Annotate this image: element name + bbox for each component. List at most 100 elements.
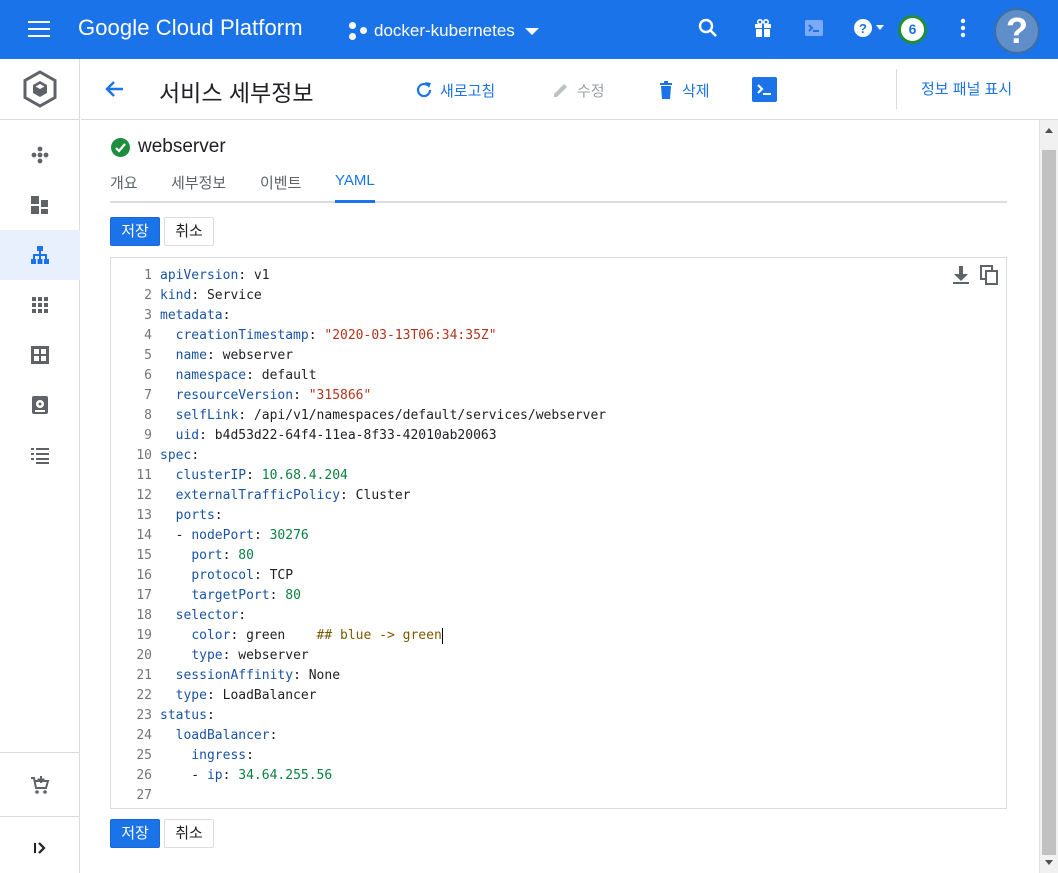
code-line[interactable]: 3 metadata: (111, 306, 1006, 326)
code-line[interactable]: 7 resourceVersion: "315866" (111, 386, 1006, 406)
nav-object-browser[interactable] (0, 430, 80, 480)
nav-marketplace[interactable] (0, 760, 80, 810)
copy-icon[interactable] (978, 264, 1000, 286)
nav-storage[interactable] (0, 380, 80, 430)
code-text[interactable]: apiVersion: v1 (160, 266, 270, 286)
help-icon[interactable]: ? (852, 16, 892, 40)
search-icon[interactable] (696, 16, 720, 40)
code-text[interactable]: status: (160, 706, 215, 726)
code-line[interactable]: 23 status: (111, 706, 1006, 726)
delete-button[interactable]: 삭제 (656, 78, 710, 102)
nav-applications[interactable] (0, 280, 80, 330)
yaml-code[interactable]: 1 apiVersion: v1 2 kind: Service 3 metadata: 4… (111, 266, 1006, 806)
scrollbar-thumb[interactable] (1042, 150, 1056, 855)
code-text[interactable]: spec: (160, 446, 199, 466)
code-text[interactable]: sessionAffinity: None (160, 666, 340, 686)
code-line[interactable]: 27 (111, 786, 1006, 806)
chevron-down-icon (524, 27, 539, 35)
code-line[interactable]: 17 targetPort: 80 (111, 586, 1006, 606)
code-text[interactable]: type: webserver (160, 646, 308, 666)
tab-details[interactable]: 세부정보 (171, 172, 226, 203)
more-vert-icon[interactable] (951, 16, 975, 40)
menu-icon[interactable] (26, 17, 52, 41)
code-text[interactable]: kind: Service (160, 286, 262, 306)
code-line[interactable]: 4 creationTimestamp: "2020-03-13T06:34:3… (111, 326, 1006, 346)
code-text[interactable]: ports: (160, 506, 223, 526)
code-line[interactable]: 8 selfLink: /api/v1/namespaces/default/s… (111, 406, 1006, 426)
show-info-panel-button[interactable]: 정보 패널 표시 (921, 78, 1012, 99)
terminal-icon[interactable] (752, 77, 777, 102)
code-text[interactable]: color: green ## blue -> green (160, 626, 443, 646)
nav-configuration[interactable] (0, 330, 80, 380)
back-arrow-icon[interactable] (103, 77, 127, 101)
code-line[interactable]: 25 ingress: (111, 746, 1006, 766)
code-text[interactable]: ingress: (160, 746, 254, 766)
code-text[interactable]: metadata: (160, 306, 230, 326)
nav-workloads[interactable] (0, 180, 80, 230)
code-line[interactable]: 16 protocol: TCP (111, 566, 1006, 586)
tab-events[interactable]: 이벤트 (260, 172, 301, 203)
line-number: 22 (136, 688, 152, 703)
code-line[interactable]: 26 - ip: 34.64.255.56 (111, 766, 1006, 786)
line-number: 19 (136, 628, 152, 643)
code-line[interactable]: 9 uid: b4d53d22-64f4-11ea-8f33-42010ab20… (111, 426, 1006, 446)
download-icon[interactable] (950, 264, 972, 286)
notification-badge[interactable]: 6 (898, 15, 927, 44)
line-number: 20 (136, 648, 152, 663)
code-text[interactable]: loadBalancer: (160, 726, 278, 746)
code-text[interactable]: type: LoadBalancer (160, 686, 317, 706)
code-line[interactable]: 13 ports: (111, 506, 1006, 526)
nav-clusters[interactable] (0, 130, 80, 180)
code-line[interactable]: 24 loadBalancer: (111, 726, 1006, 746)
code-line[interactable]: 1 apiVersion: v1 (111, 266, 1006, 286)
line-number: 23 (136, 708, 152, 723)
code-line[interactable]: 14 - nodePort: 30276 (111, 526, 1006, 546)
cancel-button-bottom[interactable]: 취소 (164, 819, 214, 848)
refresh-button[interactable]: 새로고침 (414, 78, 495, 102)
tab-overview[interactable]: 개요 (110, 172, 138, 203)
edit-button[interactable]: 수정 (551, 78, 605, 102)
gift-icon[interactable] (751, 16, 775, 40)
project-selector[interactable]: docker-kubernetes (348, 18, 539, 44)
code-line[interactable]: 19 color: green ## blue -> green (111, 626, 1006, 646)
code-text[interactable]: uid: b4d53d22-64f4-11ea-8f33-42010ab2006… (160, 426, 497, 446)
code-text[interactable]: - ip: 34.64.255.56 (160, 766, 332, 786)
scroll-up-arrow[interactable] (1045, 128, 1053, 133)
code-text[interactable]: externalTrafficPolicy: Cluster (160, 486, 411, 506)
code-text[interactable]: selfLink: /api/v1/namespaces/default/ser… (160, 406, 606, 426)
yaml-editor[interactable]: 1 apiVersion: v1 2 kind: Service 3 metadata: 4… (110, 257, 1007, 809)
code-text[interactable]: - nodePort: 30276 (160, 526, 309, 546)
save-button-bottom[interactable]: 저장 (110, 819, 160, 848)
code-line[interactable]: 18 selector: (111, 606, 1006, 626)
code-text[interactable]: creationTimestamp: "2020-03-13T06:34:35Z… (160, 326, 497, 346)
code-line[interactable]: 10 spec: (111, 446, 1006, 466)
code-text[interactable]: port: 80 (160, 546, 254, 566)
cloud-shell-icon[interactable] (802, 16, 826, 40)
code-line[interactable]: 2 kind: Service (111, 286, 1006, 306)
code-text[interactable]: name: webserver (160, 346, 293, 366)
code-text[interactable]: clusterIP: 10.68.4.204 (160, 466, 348, 486)
scroll-down-arrow[interactable] (1045, 860, 1053, 865)
code-text[interactable]: targetPort: 80 (160, 586, 301, 606)
code-line[interactable]: 11 clusterIP: 10.68.4.204 (111, 466, 1006, 486)
code-line[interactable]: 5 name: webserver (111, 346, 1006, 366)
code-line[interactable]: 21 sessionAffinity: None (111, 666, 1006, 686)
code-line[interactable]: 15 port: 80 (111, 546, 1006, 566)
code-line[interactable]: 22 type: LoadBalancer (111, 686, 1006, 706)
save-button[interactable]: 저장 (110, 217, 160, 246)
code-line[interactable]: 12 externalTrafficPolicy: Cluster (111, 486, 1006, 506)
brand-title[interactable]: Google Cloud Platform (78, 15, 303, 41)
code-line[interactable]: 6 namespace: default (111, 366, 1006, 386)
cancel-button[interactable]: 취소 (164, 217, 214, 246)
code-text[interactable]: namespace: default (160, 366, 317, 386)
code-text[interactable]: protocol: TCP (160, 566, 293, 586)
account-avatar[interactable]: ? (994, 8, 1040, 54)
page-scrollbar[interactable] (1039, 120, 1058, 873)
code-text[interactable]: resourceVersion: "315866" (160, 386, 372, 406)
code-line[interactable]: 20 type: webserver (111, 646, 1006, 666)
tab-yaml[interactable]: YAML (335, 172, 375, 203)
code-text[interactable]: selector: (160, 606, 246, 626)
nav-expand[interactable] (0, 823, 80, 873)
kubernetes-engine-logo[interactable] (0, 59, 80, 120)
nav-services[interactable] (0, 230, 80, 280)
